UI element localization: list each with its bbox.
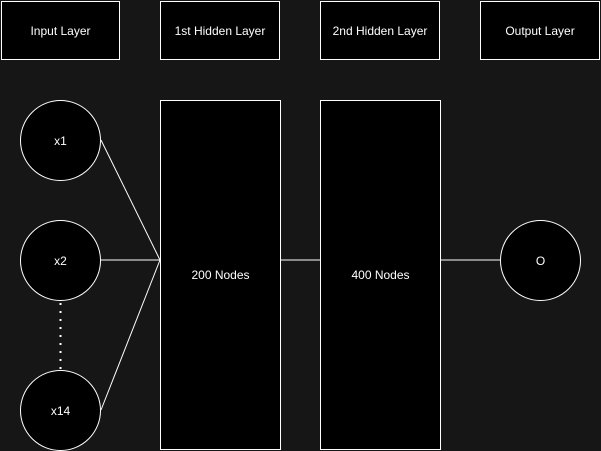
header-hidden-layer-1: 1st Hidden Layer xyxy=(160,1,280,60)
input-node-x1-label: x1 xyxy=(54,133,67,148)
input-node-x14: x14 xyxy=(20,370,101,451)
header-output-layer-label: Output Layer xyxy=(505,23,575,38)
hidden-layer-2-node-count: 400 Nodes xyxy=(351,268,410,282)
hidden-layer-1-node-count: 200 Nodes xyxy=(191,268,250,282)
edge-x1-to-hidden1 xyxy=(100,139,161,261)
hidden-layer-2-block: 400 Nodes xyxy=(320,100,441,450)
input-node-x1: x1 xyxy=(20,100,101,181)
input-node-x2-label: x2 xyxy=(54,253,67,268)
diagram-canvas: Input Layer 1st Hidden Layer 2nd Hidden … xyxy=(0,0,601,451)
input-node-x14-label: x14 xyxy=(50,403,71,418)
input-node-x2: x2 xyxy=(20,220,101,301)
header-hidden-layer-1-label: 1st Hidden Layer xyxy=(174,23,266,38)
header-input-layer-label: Input Layer xyxy=(30,23,91,38)
header-hidden-layer-2: 2nd Hidden Layer xyxy=(320,1,440,60)
hidden-layer-1-block: 200 Nodes xyxy=(160,100,281,450)
header-output-layer: Output Layer xyxy=(480,1,600,60)
edge-x14-to-hidden1 xyxy=(100,259,161,411)
output-node: O xyxy=(500,220,581,301)
header-input-layer: Input Layer xyxy=(1,1,120,60)
output-node-label: O xyxy=(535,253,546,268)
header-hidden-layer-2-label: 2nd Hidden Layer xyxy=(332,23,428,38)
